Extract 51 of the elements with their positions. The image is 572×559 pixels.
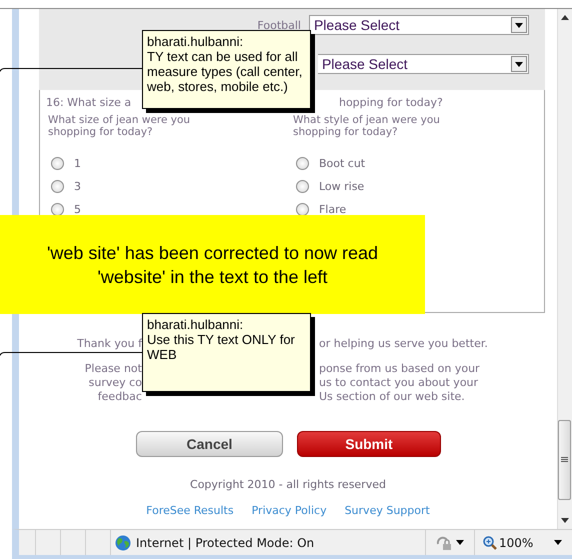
callout-text: 'web site' has been corrected to now read 'website' in the text to the left <box>46 242 380 288</box>
thank-you-text: or helping us serve you better. <box>318 337 488 351</box>
option-label: 3 <box>74 180 81 193</box>
thank-you-text: Thank you f <box>76 337 142 351</box>
question-title: hopping for today? <box>338 96 443 111</box>
option-label: 5 <box>74 203 81 216</box>
scroll-up-icon[interactable] <box>561 15 570 20</box>
question-title: 16: What size a <box>46 96 132 111</box>
footer-link[interactable]: Survey Support <box>344 504 430 517</box>
comment-author: bharati.hulbanni: <box>147 317 244 332</box>
radio-button[interactable] <box>50 157 64 170</box>
radio-button[interactable] <box>296 203 309 216</box>
question-prompt: What style of jean were you shopping for today? <box>292 114 441 140</box>
select-dropdown[interactable]: Please Select <box>318 54 529 74</box>
radio-button[interactable] <box>296 157 309 170</box>
caret-icon <box>514 22 523 28</box>
comment-text: TY text can be used for all measure types (call center, web, stores, mobile etc.) <box>147 49 304 94</box>
copyright-text: Copyright 2010 - all rights reserved <box>189 478 387 491</box>
field-label: Football <box>257 18 301 32</box>
globe-icon <box>115 534 131 551</box>
radio-button[interactable] <box>50 203 64 216</box>
caret-icon <box>456 540 464 546</box>
option-label: Flare <box>318 203 346 216</box>
submit-button[interactable]: Submit <box>296 431 441 457</box>
scroll-down-icon[interactable] <box>561 518 570 524</box>
notice-text: ponse from us based on your <box>318 362 480 376</box>
lock-icon[interactable] <box>436 534 452 551</box>
option-label: Boot cut <box>318 157 366 170</box>
scroll-thumb[interactable] <box>558 420 572 500</box>
caret-icon <box>514 62 523 66</box>
footer-link[interactable]: Privacy Policy <box>252 504 327 517</box>
notice-text: feedbac <box>96 390 142 404</box>
notice-text: survey co <box>88 376 142 390</box>
notice-text: Please not <box>84 362 142 376</box>
comment-text: Use this TY text ONLY for WEB <box>147 332 296 362</box>
radio-button[interactable] <box>296 180 309 193</box>
caret-icon <box>554 540 562 546</box>
footer-link[interactable]: ForeSee Results <box>146 504 234 517</box>
notice-text: Us section of our web site. <box>318 390 465 404</box>
comment-author: bharati.hulbanni: <box>147 34 244 49</box>
zoom-icon[interactable] <box>483 536 497 550</box>
scrollbar[interactable] <box>557 9 572 530</box>
notice-text: us to contact you about your <box>318 376 478 390</box>
zoom-level[interactable]: 100% <box>499 536 534 550</box>
select-dropdown[interactable]: Please Select <box>308 15 529 35</box>
option-label: 1 <box>74 157 81 170</box>
cancel-button[interactable]: Cancel <box>136 431 283 457</box>
radio-button[interactable] <box>50 180 64 193</box>
zone-text: Internet | Protected Mode: On <box>136 536 314 550</box>
option-label: Low rise <box>318 180 364 193</box>
question-prompt: What size of jean were you shopping for today? <box>46 114 192 140</box>
